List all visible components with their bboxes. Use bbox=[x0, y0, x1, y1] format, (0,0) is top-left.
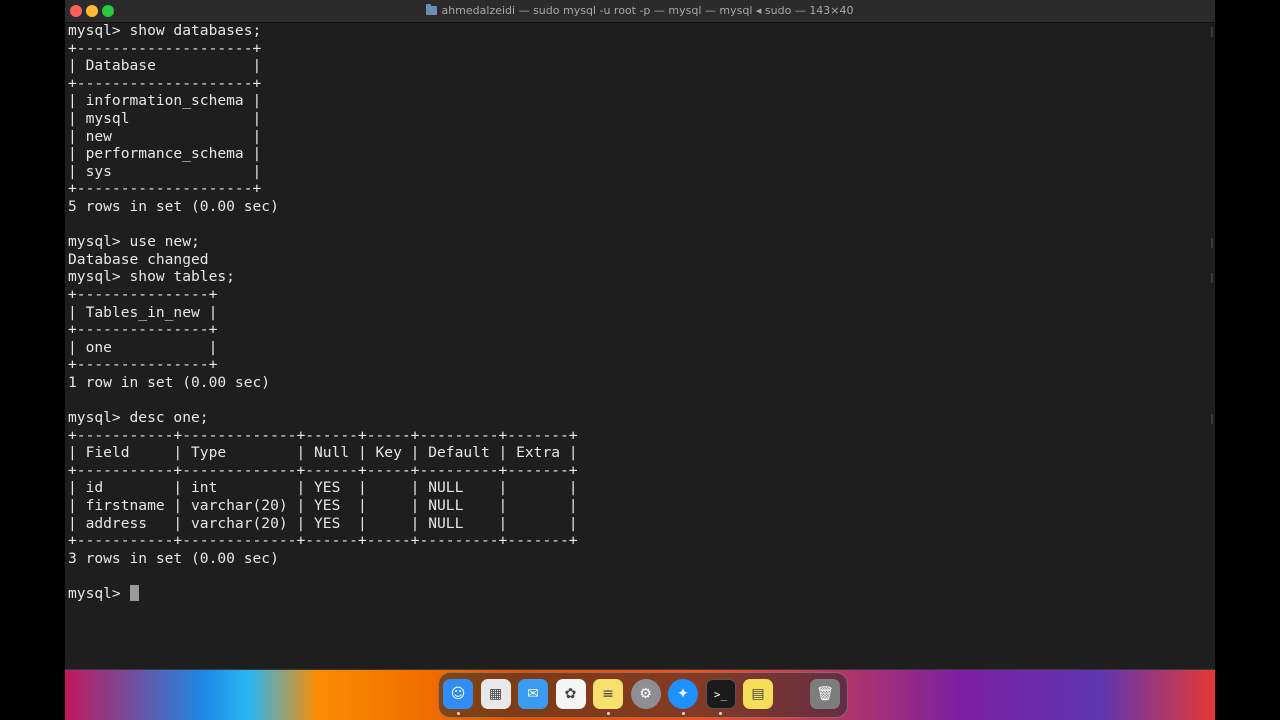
dock: ☺ ▦ ✉ ✿ ≡ ⚙ ✦ >_ ▤ 🗑 bbox=[438, 672, 848, 718]
terminal-line: +--------------------+ bbox=[68, 74, 262, 92]
desktop: ahmedalzeidi — sudo mysql -u root -p — m… bbox=[65, 0, 1215, 720]
folder-icon bbox=[426, 4, 438, 15]
running-indicator bbox=[456, 712, 460, 715]
safari-icon[interactable]: ✦ bbox=[668, 679, 698, 709]
terminal-window[interactable]: ahmedalzeidi — sudo mysql -u root -p — m… bbox=[65, 0, 1215, 670]
prompt: mysql> bbox=[68, 585, 130, 602]
terminal-line: +--------------------+ bbox=[68, 180, 262, 198]
scroll-marker bbox=[1211, 238, 1213, 248]
terminal-line: | address | varchar(20) | YES | | NULL |… bbox=[68, 514, 578, 532]
terminal-line: | mysql | bbox=[68, 109, 262, 127]
terminal-line: mysql> use new; bbox=[68, 233, 200, 251]
running-indicator bbox=[719, 712, 722, 715]
terminal-line: | information_schema | bbox=[68, 92, 262, 110]
terminal-line: 1 row in set (0.00 sec) bbox=[68, 373, 271, 391]
terminal-icon[interactable]: >_ bbox=[705, 679, 736, 709]
terminal-output[interactable]: mysql> show databases; +-----------------… bbox=[68, 22, 1198, 662]
terminal-line: | Database | bbox=[68, 57, 262, 75]
prompt-line[interactable]: mysql> bbox=[68, 585, 1198, 603]
terminal-line: 3 rows in set (0.00 sec) bbox=[68, 549, 279, 567]
terminal-line: +---------------+ bbox=[68, 356, 218, 374]
terminal-line: +---------------+ bbox=[68, 321, 218, 339]
text-cursor bbox=[129, 585, 139, 601]
terminal-line: Database changed bbox=[68, 250, 209, 268]
photos-icon[interactable]: ✿ bbox=[555, 679, 586, 709]
scroll-marker bbox=[1211, 414, 1213, 424]
terminal-line: 5 rows in set (0.00 sec) bbox=[68, 197, 279, 215]
running-indicator bbox=[606, 712, 610, 715]
terminal-line: +--------------------+ bbox=[68, 39, 262, 57]
terminal-line: +---------------+ bbox=[68, 285, 218, 303]
terminal-line: | Tables_in_new | bbox=[68, 303, 218, 321]
terminal-line: | sys | bbox=[68, 162, 262, 180]
terminal-line: | id | int | YES | | NULL | | bbox=[68, 479, 578, 497]
window-title: ahmedalzeidi — sudo mysql -u root -p — m… bbox=[441, 4, 854, 17]
scroll-marker bbox=[1211, 27, 1213, 37]
terminal-line: | firstname | varchar(20) | YES | | NULL… bbox=[68, 497, 578, 515]
finder-icon[interactable]: ☺ bbox=[443, 679, 473, 709]
terminal-line: +-----------+-------------+------+-----+… bbox=[68, 532, 578, 550]
terminal-line: | one | bbox=[68, 338, 218, 356]
terminal-line: | new | bbox=[68, 127, 262, 145]
terminal-line: | performance_schema | bbox=[68, 145, 262, 163]
stickies-icon[interactable]: ▤ bbox=[743, 679, 773, 709]
launchpad-icon[interactable]: ▦ bbox=[480, 679, 511, 709]
title-bar[interactable]: ahmedalzeidi — sudo mysql -u root -p — m… bbox=[65, 0, 1215, 23]
terminal-line: +-----------+-------------+------+-----+… bbox=[68, 461, 578, 479]
notes-icon[interactable]: ≡ bbox=[593, 679, 623, 709]
terminal-line: mysql> desc one; bbox=[68, 409, 209, 427]
terminal-line: | Field | Type | Null | Key | Default | … bbox=[68, 444, 578, 462]
terminal-line: +-----------+-------------+------+-----+… bbox=[68, 426, 578, 444]
running-indicator bbox=[681, 712, 685, 715]
mail-icon[interactable]: ✉ bbox=[518, 679, 548, 709]
trash-icon[interactable]: 🗑 bbox=[810, 679, 840, 709]
window-title-wrap: ahmedalzeidi — sudo mysql -u root -p — m… bbox=[65, 4, 1215, 17]
scroll-marker bbox=[1211, 273, 1213, 283]
system-settings-icon[interactable]: ⚙ bbox=[630, 679, 661, 709]
terminal-line: mysql> show databases; bbox=[68, 22, 262, 39]
terminal-line: mysql> show tables; bbox=[68, 268, 235, 286]
